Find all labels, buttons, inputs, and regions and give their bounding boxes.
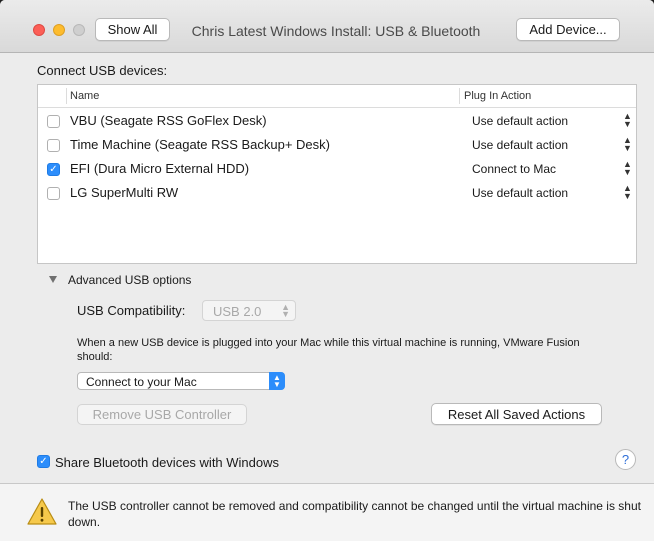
usb-section-label: Connect USB devices:: [37, 63, 168, 78]
column-divider: [66, 88, 67, 104]
plug-in-action-select[interactable]: Use default action: [472, 186, 568, 200]
usb-bluetooth-window: Show All Chris Latest Windows Install: U…: [0, 0, 654, 541]
updown-arrows-icon[interactable]: ▲ ▼: [623, 160, 632, 177]
plug-in-action-select[interactable]: Use default action: [472, 138, 568, 152]
share-bluetooth-label: Share Bluetooth devices with Windows: [55, 455, 280, 470]
updown-arrows-icon: ▲ ▼: [269, 372, 285, 390]
disclosure-triangle-icon[interactable]: [49, 276, 57, 283]
window-title: Chris Latest Windows Install: USB & Blue…: [191, 23, 481, 39]
plug-in-description: When a new USB device is plugged into yo…: [77, 337, 580, 363]
share-bluetooth-checkbox[interactable]: ✓: [37, 455, 50, 468]
updown-arrows-icon: ▲ ▼: [281, 302, 290, 319]
table-row[interactable]: LG SuperMulti RW Use default action ▲ ▼: [38, 181, 636, 205]
reset-all-saved-actions-button[interactable]: Reset All Saved Actions: [431, 403, 602, 425]
table-row[interactable]: ✓ EFI (Dura Micro External HDD) Connect to…: [38, 157, 636, 181]
plug-in-action-select[interactable]: Use default action: [472, 114, 568, 128]
usb-device-table: Name Plug In Action VBU (Seagate RSS GoF…: [37, 84, 637, 264]
device-checkbox[interactable]: [47, 139, 60, 152]
column-header-name[interactable]: Name: [70, 90, 99, 102]
column-divider: [459, 88, 460, 104]
table-header: Name Plug In Action: [38, 85, 636, 108]
usb-compatibility-value: USB 2.0: [213, 304, 262, 319]
plug-in-action-value: Connect to your Mac: [86, 375, 197, 389]
updown-arrows-icon[interactable]: ▲ ▼: [623, 136, 632, 153]
device-name: VBU (Seagate RSS GoFlex Desk): [70, 113, 267, 128]
device-checkbox[interactable]: [47, 115, 60, 128]
device-name: EFI (Dura Micro External HDD): [70, 161, 250, 176]
usb-compatibility-select[interactable]: USB 2.0 ▲ ▼: [202, 300, 296, 321]
device-checkbox[interactable]: ✓: [47, 163, 60, 176]
device-checkbox[interactable]: [47, 187, 60, 200]
table-row[interactable]: Time Machine (Seagate RSS Backup+ Desk) U…: [38, 133, 636, 157]
help-button[interactable]: ?: [615, 449, 636, 470]
remove-usb-controller-button[interactable]: Remove USB Controller: [77, 404, 247, 425]
close-window-button[interactable]: [33, 24, 45, 36]
usb-compatibility-label: USB Compatibility:: [77, 303, 186, 318]
updown-arrows-icon[interactable]: ▲ ▼: [623, 112, 632, 129]
show-all-button[interactable]: Show All: [95, 18, 170, 41]
zoom-window-button[interactable]: [73, 24, 85, 36]
minimize-window-button[interactable]: [53, 24, 65, 36]
table-row[interactable]: VBU (Seagate RSS GoFlex Desk) Use default…: [38, 109, 636, 133]
plug-in-action-select[interactable]: Connect to Mac: [472, 162, 556, 176]
updown-arrows-icon[interactable]: ▲ ▼: [623, 184, 632, 201]
warning-triangle-icon: [27, 498, 57, 525]
device-name: LG SuperMulti RW: [70, 185, 179, 200]
plug-in-action-select[interactable]: Connect to your Mac ▲ ▼: [77, 372, 285, 390]
column-header-plug-in-action[interactable]: Plug In Action: [464, 90, 531, 102]
warning-message: The USB controller cannot be removed and…: [68, 499, 641, 529]
device-name: Time Machine (Seagate RSS Backup+ Desk): [70, 137, 330, 152]
add-device-button[interactable]: Add Device...: [516, 18, 620, 41]
title-bar: Show All Chris Latest Windows Install: U…: [0, 0, 654, 53]
advanced-usb-options-label[interactable]: Advanced USB options: [68, 273, 191, 287]
